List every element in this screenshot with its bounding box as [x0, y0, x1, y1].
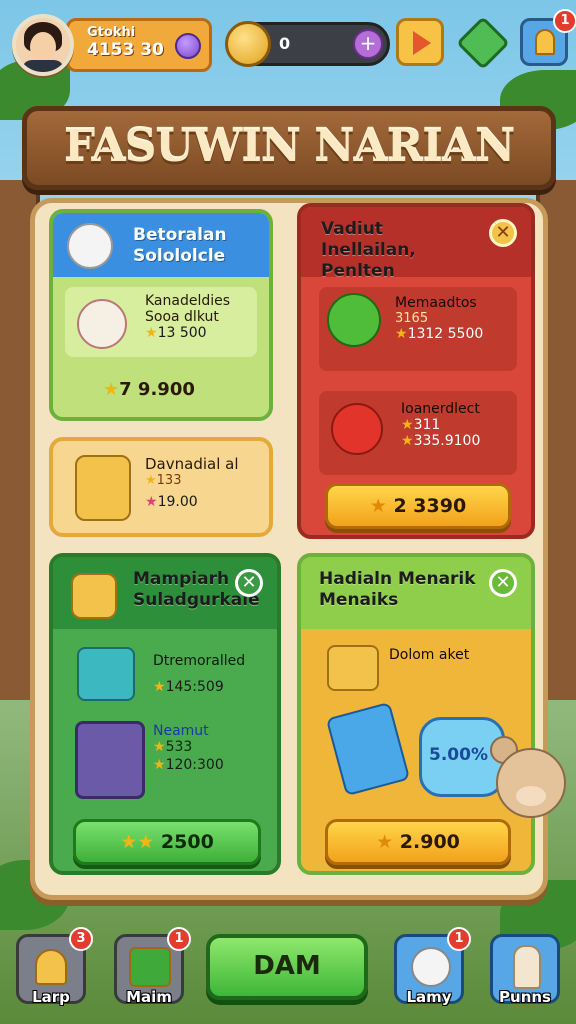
trophy-icon: [71, 573, 117, 619]
coin-icon: [225, 21, 271, 67]
title-banner: FASUWIN NARIAN: [22, 106, 556, 190]
bottom-label-larp: Larp: [32, 988, 70, 1006]
pot-icon: [327, 645, 379, 691]
bell-icon: [535, 29, 555, 55]
coin-bar: 0 +: [225, 21, 390, 67]
bottle-label: 5.00%: [429, 745, 488, 765]
gem-icon: [175, 33, 201, 59]
gift-icon: [456, 16, 510, 70]
avatar[interactable]: [12, 14, 74, 76]
offer-card-2[interactable]: Davnadial al ★133 ★19.00: [49, 437, 273, 537]
item-price: 13 500: [157, 325, 207, 341]
monster-icon: [327, 293, 381, 347]
star-icon: ★: [145, 325, 158, 341]
top-bar: Gtokhi 4153 30 0 + 1: [10, 9, 576, 76]
notification-badge: 1: [167, 927, 191, 951]
star-icon: ★: [395, 326, 408, 342]
item-name: Dolom aket: [389, 647, 470, 663]
star-icon: ★★: [120, 831, 155, 853]
close-button[interactable]: ✕: [489, 569, 517, 597]
card-title: Mampiarh Suladgurkale: [133, 569, 260, 610]
star-icon: ★: [153, 679, 166, 695]
card-title: Vadiut Inellailan, Penlten: [321, 219, 416, 281]
toy-icon: [513, 945, 541, 989]
star-icon: ★: [145, 494, 158, 510]
item-name: Neamut: [153, 723, 209, 739]
notification-button[interactable]: 1: [520, 9, 576, 66]
item-sub: 311: [413, 417, 441, 433]
notification-badge: 1: [553, 9, 576, 33]
main-action-button[interactable]: DAM: [206, 934, 368, 1000]
play-icon: [413, 31, 431, 55]
bottom-label-maim: Maim: [126, 988, 172, 1006]
trophy-icon: [75, 455, 131, 521]
sheep-icon: [67, 223, 113, 269]
buy-button[interactable]: ★ 2.900: [325, 819, 511, 865]
star-icon: ★: [153, 739, 166, 755]
play-button[interactable]: [396, 18, 444, 66]
offer-card-3[interactable]: Vadiut Inellailan, Penlten ✕ Memaadtos 3…: [297, 203, 535, 539]
coin-value: 0: [279, 34, 291, 53]
box-icon: [77, 647, 135, 701]
card-title: Betoralan Solololcle: [133, 225, 227, 266]
offer-card-4[interactable]: Mampiarh Suladgurkale ✕ Dtremoralled ★14…: [49, 553, 281, 875]
page-title: FASUWIN NARIAN: [63, 121, 515, 172]
item-name: Memaadtos: [395, 295, 477, 311]
item-name: Ioanerdlect: [401, 401, 480, 417]
notification-badge: 3: [69, 927, 93, 951]
item-name: Dtremoralled: [153, 653, 246, 669]
bottom-label-lamy: Lamy: [406, 988, 452, 1006]
teddy-bear-icon: [486, 736, 576, 846]
gift-button[interactable]: [456, 16, 510, 70]
item-sub: 3165: [395, 311, 429, 326]
fruit-icon: [331, 403, 383, 455]
buy-button[interactable]: ★ 2 3390: [325, 483, 511, 529]
item-price: 1312 5500: [407, 326, 484, 342]
star-icon: ★: [369, 495, 387, 517]
close-button[interactable]: ✕: [235, 569, 263, 597]
pet-icon: [411, 947, 451, 987]
item-price: 19.00: [157, 494, 198, 510]
star-icon: ★: [401, 417, 414, 433]
bell-icon: [35, 949, 67, 985]
dog-icon: [77, 299, 127, 349]
card-title: Hadialn Menarik Menaiks: [319, 569, 476, 610]
star-icon: ★: [153, 757, 166, 773]
character-portrait: [75, 721, 145, 799]
item-sub: Sooa dlkut: [145, 309, 219, 325]
item-price: 335.9100: [413, 433, 481, 449]
add-coins-button[interactable]: +: [353, 29, 383, 59]
card-footer-price: 7 9.900: [119, 379, 195, 400]
bottom-label-punns: Punns: [499, 988, 551, 1006]
buy-button-label: 2500: [160, 831, 214, 853]
buy-button[interactable]: ★★ 2500: [73, 819, 261, 865]
close-button[interactable]: ✕: [489, 219, 517, 247]
notification-badge: 1: [447, 927, 471, 951]
item-name: Kanadeldies: [145, 293, 231, 309]
star-icon: ★: [103, 379, 120, 400]
potion-icon: [325, 701, 411, 797]
player-panel[interactable]: Gtokhi 4153 30: [66, 18, 212, 72]
buy-button-label: 2 3390: [393, 495, 467, 517]
item-price: 145:509: [165, 679, 224, 695]
star-icon: ★: [376, 831, 394, 853]
star-icon: ★: [145, 473, 157, 488]
buy-button-label: 2.900: [399, 831, 460, 853]
gift-box-icon: [129, 947, 171, 987]
item-name: Davnadial al: [145, 455, 239, 473]
star-icon: ★: [401, 433, 414, 449]
shop-board: Betoralan Solololcle Kanadeldies Sooa dl…: [30, 198, 548, 900]
item-sub: 133: [156, 473, 182, 488]
item-price: 120:300: [165, 757, 224, 773]
offer-card-1[interactable]: Betoralan Solololcle Kanadeldies Sooa dl…: [49, 209, 273, 421]
item-sub: 533: [165, 739, 193, 755]
